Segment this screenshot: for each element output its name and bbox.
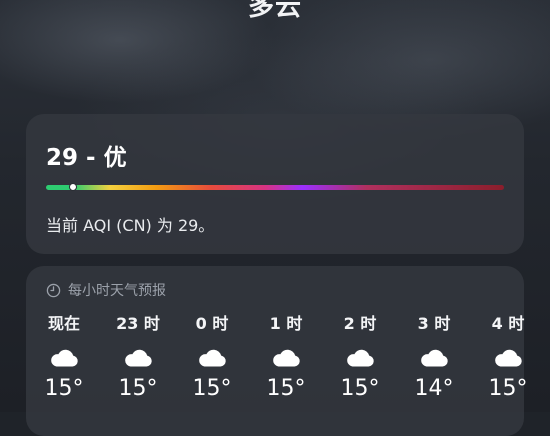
hourly-forecast-header: 每小时天气预报: [46, 280, 166, 300]
hourly-forecast-list[interactable]: 现在 15° 23 时 15° 0 时 15° 1 时 15° 2 时 15° 3 时 14° 4 时 1…: [26, 312, 528, 422]
aqi-description: 当前 AQI (CN) 为 29。: [46, 216, 215, 235]
cloud-icon: [123, 346, 153, 368]
hourly-forecast-item: 4 时 15°: [478, 312, 538, 403]
hour-temperature: 15°: [340, 376, 380, 401]
hour-label: 4 时: [491, 314, 525, 333]
hour-temperature: 14°: [414, 376, 454, 401]
hourly-forecast-item: 1 时 15°: [256, 312, 316, 403]
hourly-forecast-item: 3 时 14°: [404, 312, 464, 403]
cloud-icon: [419, 346, 449, 368]
hour-label: 23 时: [116, 314, 160, 333]
hour-label: 1 时: [269, 314, 303, 333]
hour-temperature: 15°: [192, 376, 232, 401]
hour-label: 0 时: [195, 314, 229, 333]
air-quality-card[interactable]: 29 - 优 当前 AQI (CN) 为 29。: [26, 114, 524, 254]
hourly-forecast-item: 2 时 15°: [330, 312, 390, 403]
hourly-forecast-item: 0 时 15°: [182, 312, 242, 403]
weather-condition: 多云: [247, 0, 302, 22]
aqi-value-title: 29 - 优: [46, 145, 127, 171]
hour-label: 3 时: [417, 314, 451, 333]
clock-icon: [46, 283, 61, 298]
hour-temperature: 15°: [118, 376, 158, 401]
hour-label: 现在: [47, 314, 80, 333]
aqi-indicator-dot: [68, 183, 77, 191]
hour-label: 2 时: [343, 314, 377, 333]
aqi-scale-bar: [46, 183, 504, 191]
cloud-icon: [271, 346, 301, 368]
cloud-icon: [197, 346, 227, 368]
hour-temperature: 15°: [266, 376, 306, 401]
cloud-icon: [49, 346, 79, 368]
hourly-forecast-item: 23 时 15°: [108, 312, 168, 403]
hour-temperature: 15°: [44, 376, 84, 401]
hourly-forecast-item: 现在 15°: [34, 312, 94, 403]
cloud-icon: [493, 346, 523, 368]
cloud-icon: [345, 346, 375, 368]
hourly-forecast-card[interactable]: 每小时天气预报 现在 15° 23 时 15° 0 时 15° 1 时 15° 2 时 15° 3 …: [26, 266, 528, 436]
hourly-forecast-title: 每小时天气预报: [68, 283, 166, 299]
hour-temperature: 15°: [488, 376, 528, 401]
